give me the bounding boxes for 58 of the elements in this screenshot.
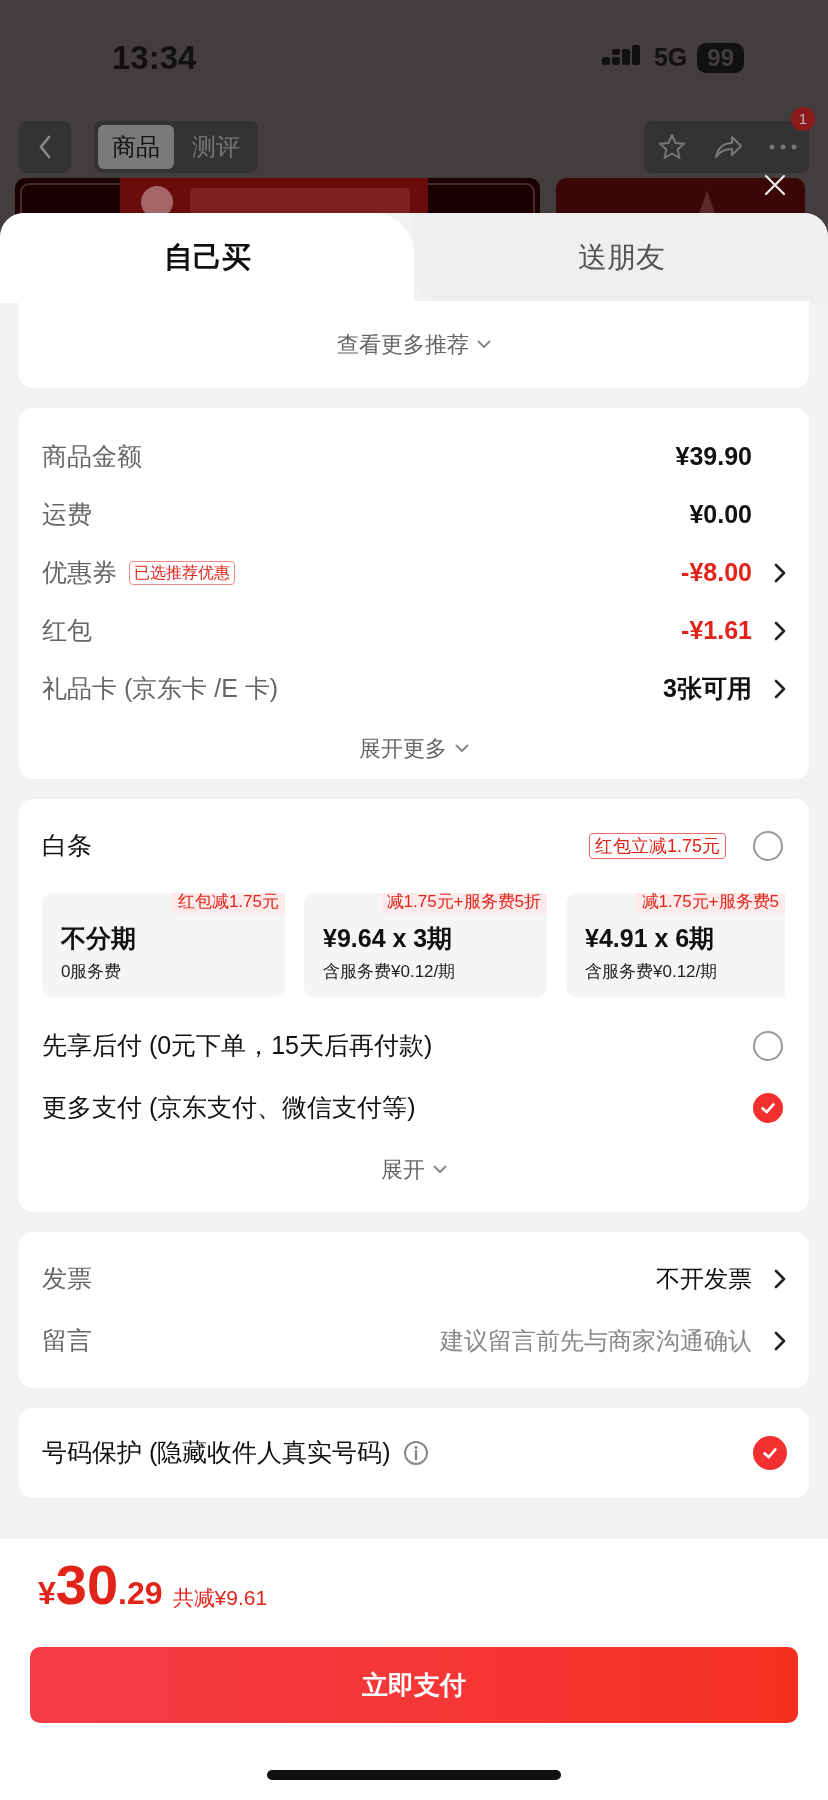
row-label: 留言 (42, 1325, 92, 1357)
row-value: -¥1.61 (681, 615, 752, 647)
row-label: 优惠券 (42, 557, 117, 589)
row-label: 红包 (42, 615, 92, 647)
star-icon[interactable] (656, 132, 687, 162)
expand-more-button[interactable]: 展开更多 (359, 732, 469, 765)
row-label: 运费 (42, 499, 92, 531)
sheet-tab[interactable]: 自己买 (0, 213, 414, 303)
info-icon[interactable] (402, 1440, 429, 1466)
plan-fee: 含服务费¥0.12/期 (323, 961, 457, 983)
back-icon (38, 135, 52, 159)
chevron-down-icon (477, 340, 491, 349)
radio-button[interactable] (753, 1031, 783, 1061)
row-value: ¥39.90 (675, 441, 752, 473)
plan-title: ¥9.64 x 3期 (323, 923, 454, 954)
plan-fee: 含服务费¥0.12/期 (585, 961, 719, 983)
plan-title: 不分期 (61, 923, 137, 954)
checked-radio[interactable] (753, 1093, 783, 1123)
installment-card[interactable]: 红包减1.75元 不分期 0服务费 (42, 893, 285, 997)
row-value: ¥0.00 (689, 499, 752, 531)
chevron-right-icon[interactable] (774, 1269, 786, 1289)
row-label: 发票 (42, 1263, 92, 1295)
discount-badge: 减1.75元+服务费5 (635, 893, 785, 915)
row-value: 不开发票 (656, 1264, 752, 1294)
row-value: 3张可用 (663, 673, 752, 705)
chevron-right-icon[interactable] (774, 621, 786, 641)
payment-option: 先享后付 (0元下单，15天后再付款) (42, 1027, 433, 1065)
promo-tag: 已选推荐优惠 (129, 561, 235, 585)
installment-card[interactable]: 减1.75元+服务费5 ¥4.91 x 6期 含服务费¥0.12/期 (566, 893, 785, 997)
privacy-label: 号码保护 (隐藏收件人真实号码) (42, 1437, 391, 1469)
expand-button[interactable]: 展开 (381, 1153, 447, 1186)
chevron-down-icon (433, 1165, 447, 1174)
row-value: -¥8.00 (681, 557, 752, 589)
promo-tag: 红包立减1.75元 (588, 833, 726, 859)
chevron-right-icon[interactable] (774, 679, 786, 699)
close-icon[interactable] (764, 174, 786, 196)
back-button[interactable] (19, 121, 71, 173)
chevron-right-icon[interactable] (774, 563, 786, 583)
more-icon[interactable] (768, 144, 797, 150)
row-label: 礼品卡 (京东卡 /E 卡) (42, 673, 279, 705)
pay-button[interactable]: 立即支付 (30, 1647, 798, 1723)
payment-option: 更多支付 (京东支付、微信支付等) (42, 1089, 416, 1127)
plan-title: ¥4.91 x 6期 (585, 923, 716, 954)
more-recommendations-link[interactable]: 查看更多推荐 (337, 328, 491, 361)
row-label: 商品金额 (42, 441, 142, 473)
row-hint: 建议留言前先与商家沟通确认 (440, 1326, 752, 1356)
chevron-down-icon (455, 744, 469, 753)
discount-badge: 红包减1.75元 (171, 893, 285, 915)
plan-fee: 0服务费 (61, 961, 123, 983)
chevron-right-icon[interactable] (774, 1331, 786, 1351)
page-tab[interactable]: 商品 (98, 125, 174, 169)
installment-card[interactable]: 减1.75元+服务费5折 ¥9.64 x 3期 含服务费¥0.12/期 (304, 893, 547, 997)
discount-badge: 减1.75元+服务费5折 (380, 893, 547, 915)
payment-title: 白条 (42, 830, 92, 862)
total-price: ¥30.29 共减¥9.61 (37, 1552, 269, 1619)
radio-button[interactable] (753, 831, 783, 861)
savings-label: 共减¥9.61 (172, 1584, 268, 1611)
checked-radio[interactable] (753, 1436, 787, 1470)
